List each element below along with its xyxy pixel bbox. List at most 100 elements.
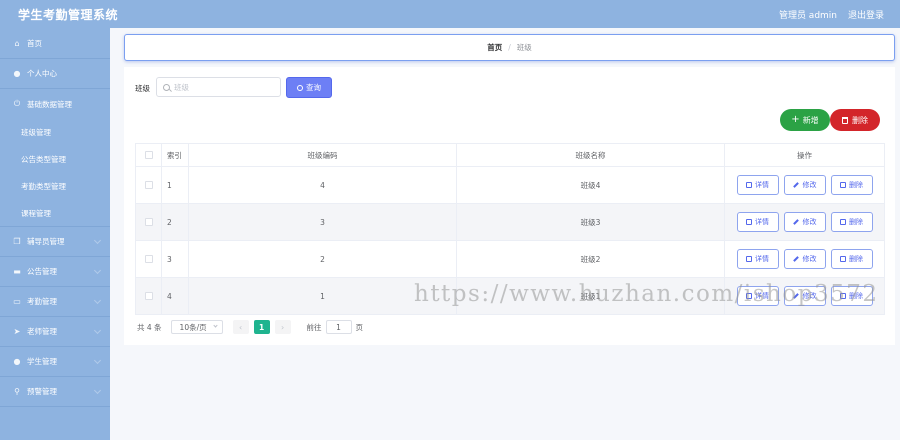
goto-page-input[interactable]: 1 — [325, 320, 352, 334]
cell-index: 4 — [162, 278, 189, 314]
row-select-cell — [136, 204, 162, 240]
sidebar-item-notice[interactable]: ▬ 公告管理 — [0, 257, 110, 287]
row-checkbox[interactable] — [144, 292, 153, 300]
batch-delete-button[interactable]: 删除 — [830, 109, 880, 131]
sidebar-subitem-notice-type[interactable]: 公告类型管理 — [0, 146, 110, 173]
detail-button[interactable]: 详情 — [736, 249, 779, 269]
next-page-button[interactable]: › — [274, 320, 291, 334]
sidebar-item-teacher[interactable]: ➤ 老师管理 — [0, 317, 110, 347]
sidebar-item-basic-data[interactable]: ⏻ 基础数据管理 — [0, 89, 110, 119]
sidebar-subitem-attendance-type[interactable]: 考勤类型管理 — [0, 173, 110, 200]
sidebar-item-label: 预警管理 — [27, 387, 57, 396]
prev-page-button[interactable]: ‹ — [232, 320, 249, 334]
header-select-cell — [136, 144, 162, 166]
sidebar-item-label: 基础数据管理 — [27, 99, 72, 109]
chevron-down-icon — [93, 266, 102, 275]
card-icon: ▭ — [13, 297, 21, 306]
sidebar-subitem-course[interactable]: 课程管理 — [0, 200, 110, 227]
pencil-icon — [792, 256, 799, 262]
chevron-down-icon — [93, 326, 102, 335]
trash-icon — [840, 256, 846, 262]
detail-label: 详情 — [755, 181, 769, 189]
breadcrumb-home[interactable]: 首页 — [487, 42, 502, 53]
current-user-label: 管理员 admin — [778, 11, 837, 21]
chevron-down-icon — [212, 323, 218, 328]
select-all-checkbox[interactable] — [144, 151, 153, 159]
page-size-select[interactable]: 10条/页 — [170, 320, 223, 334]
cell-ops: 详情 修改 删除 — [725, 204, 884, 240]
cell-code: 3 — [189, 204, 457, 240]
pencil-icon — [792, 293, 799, 299]
sidebar-item-profile[interactable]: ● 个人中心 — [0, 59, 110, 89]
row-delete-button[interactable]: 删除 — [830, 249, 873, 269]
breadcrumb: 首页 / 班级 — [124, 34, 895, 61]
table-row: 3 2 班级2 详情 修改 删除 — [136, 241, 884, 278]
sidebar-item-label: 个人中心 — [27, 69, 57, 78]
row-delete-button[interactable]: 删除 — [830, 175, 873, 195]
home-icon: ⌂ — [14, 38, 20, 48]
detail-label: 详情 — [755, 292, 769, 300]
user-icon: ● — [13, 69, 21, 78]
sidebar-item-label: 考勤管理 — [27, 297, 57, 306]
header-code: 班级编码 — [189, 144, 457, 166]
location-icon: ⚲ — [14, 387, 20, 396]
table-header-row: 索引 班级编码 班级名称 操作 — [136, 144, 884, 167]
cell-code: 4 — [189, 167, 457, 203]
search-icon — [297, 84, 303, 91]
row-delete-label: 删除 — [849, 292, 863, 300]
trash-icon — [842, 116, 848, 124]
sidebar-item-counselor[interactable]: ❐ 辅导员管理 — [0, 227, 110, 257]
search-icon — [163, 83, 170, 91]
chevron-down-icon — [93, 296, 102, 305]
cell-ops: 详情 修改 删除 — [725, 167, 884, 203]
sidebar-item-label: 首页 — [27, 38, 42, 48]
detail-button[interactable]: 详情 — [736, 286, 779, 306]
app-title: 学生考勤管理系统 — [18, 8, 119, 22]
send-icon: ➤ — [13, 327, 21, 336]
document-icon — [746, 256, 752, 262]
document-icon — [746, 219, 752, 225]
edit-button[interactable]: 修改 — [783, 212, 826, 232]
pencil-icon — [792, 219, 799, 225]
sidebar-item-attendance[interactable]: ▭ 考勤管理 — [0, 287, 110, 317]
detail-button[interactable]: 详情 — [736, 212, 779, 232]
table-row: 1 4 班级4 详情 修改 删除 — [136, 167, 884, 204]
row-checkbox[interactable] — [144, 218, 153, 226]
sidebar-subitem-class[interactable]: 班级管理 — [0, 119, 110, 146]
edit-button[interactable]: 修改 — [783, 175, 826, 195]
query-button-label: 查询 — [306, 83, 321, 92]
row-checkbox[interactable] — [144, 255, 153, 263]
edit-button[interactable]: 修改 — [783, 286, 826, 306]
header-name: 班级名称 — [457, 144, 725, 166]
search-input[interactable] — [174, 82, 274, 92]
row-delete-button[interactable]: 删除 — [830, 286, 873, 306]
sidebar-item-label: 学生管理 — [27, 357, 57, 366]
detail-label: 详情 — [755, 218, 769, 226]
class-search-field[interactable] — [156, 77, 281, 97]
user-icon: ● — [13, 357, 21, 366]
row-checkbox[interactable] — [144, 181, 153, 189]
edit-button[interactable]: 修改 — [783, 249, 826, 269]
detail-button[interactable]: 详情 — [736, 175, 779, 195]
sidebar: ⌂ 首页 ● 个人中心 ⏻ 基础数据管理 班级管理 公告类型管理 考勤类型管理 … — [0, 28, 110, 440]
sidebar-item-student[interactable]: ● 学生管理 — [0, 347, 110, 377]
edit-label: 修改 — [802, 292, 817, 300]
cell-name: 班级2 — [457, 241, 725, 277]
delete-button-label: 删除 — [852, 115, 868, 125]
page-number-current[interactable]: 1 — [253, 320, 270, 334]
sidebar-item-warning[interactable]: ⚲ 预警管理 — [0, 377, 110, 407]
cell-index: 2 — [162, 204, 189, 240]
sidebar-item-label: 辅导员管理 — [27, 237, 65, 246]
query-button[interactable]: 查询 — [286, 77, 332, 98]
goto-label: 前往 — [306, 322, 322, 332]
sidebar-item-home[interactable]: ⌂ 首页 — [0, 28, 110, 59]
cell-code: 2 — [189, 241, 457, 277]
detail-label: 详情 — [755, 255, 769, 263]
logout-link[interactable]: 退出登录 — [848, 8, 884, 21]
pencil-icon — [792, 182, 799, 188]
table-row: 4 1 班级1 详情 修改 删除 — [136, 278, 884, 315]
add-button[interactable]: + 新增 — [780, 109, 830, 131]
cell-index: 3 — [162, 241, 189, 277]
row-delete-button[interactable]: 删除 — [830, 212, 873, 232]
plus-icon: + — [791, 114, 800, 125]
